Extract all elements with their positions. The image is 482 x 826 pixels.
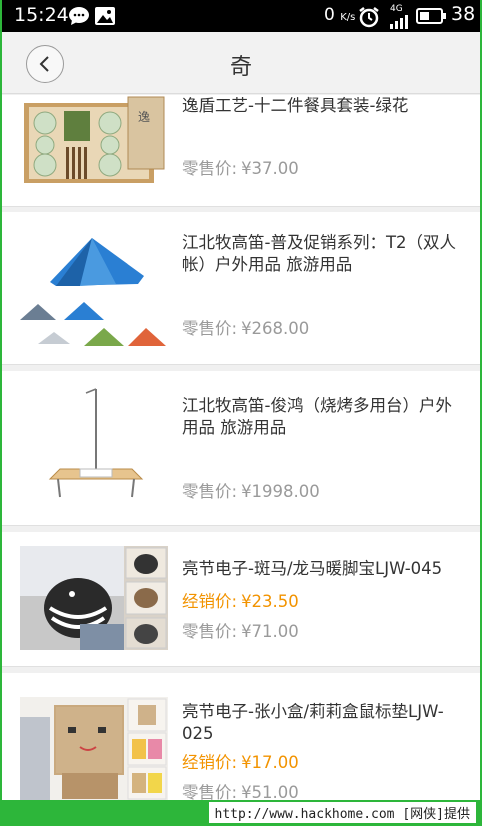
signal-icon (388, 14, 412, 33)
product-item[interactable]: 亮节电子-张小盒/莉莉盒鼠标垫LJW-025 经销价: ¥17.00 零售价: ¥5… (2, 673, 480, 800)
gallery-icon (94, 6, 116, 30)
watermark-text: http://www.hackhome.com [网侠]提供 (208, 802, 476, 823)
product-image-tableware-set[interactable]: 逸 (20, 95, 168, 187)
retail-price: 零售价: ¥268.00 (182, 319, 310, 338)
network-type: 4G (390, 4, 403, 14)
product-image-box-mousepad[interactable] (20, 697, 168, 800)
product-item[interactable]: 江北牧高笛-俊鸿（烧烤多用台）户外用品 旅游用品 零售价: ¥1998.00 (2, 371, 480, 526)
status-bar: 15:24 0 K/s 4G 38 (2, 0, 480, 32)
product-image-bbq-table[interactable] (20, 379, 168, 519)
battery-icon (416, 8, 446, 28)
net-speed: 0 K/s (324, 5, 356, 25)
retail-price: 零售价: ¥71.00 (182, 622, 299, 641)
svg-text:逸: 逸 (138, 110, 150, 124)
product-name[interactable]: 亮节电子-张小盒/莉莉盒鼠标垫LJW-025 (182, 701, 457, 745)
product-name[interactable]: 逸盾工艺-十二件餐具套装-绿花 (182, 95, 457, 117)
page-title: 奇 (229, 55, 252, 80)
product-image-tents[interactable] (20, 224, 168, 354)
watermark-bar: http://www.hackhome.com [网侠]提供 (0, 800, 482, 826)
battery-percent: 38 (451, 3, 476, 25)
phone-screen: 15:24 0 K/s 4G 38 奇 逸 逸盾工艺-十二件餐具套装-绿花 零售… (2, 0, 480, 800)
distribution-price: 经销价: ¥17.00 (182, 753, 299, 772)
product-image-foot-warmer[interactable] (20, 546, 168, 650)
product-item[interactable]: 亮节电子-斑马/龙马暖脚宝LJW-045 经销价: ¥23.50 零售价: ¥71.… (2, 532, 480, 667)
chat-bubble-icon (68, 6, 90, 30)
product-item[interactable]: 江北牧高笛-普及促销系列：T2（双人帐）户外用品 旅游用品 零售价: ¥268.0… (2, 212, 480, 365)
product-name[interactable]: 江北牧高笛-普及促销系列：T2（双人帐）户外用品 旅游用品 (182, 232, 457, 276)
retail-price: 零售价: ¥1998.00 (182, 482, 320, 501)
product-item[interactable]: 逸 逸盾工艺-十二件餐具套装-绿花 零售价: ¥37.00 (2, 95, 480, 207)
header-bar: 奇 (2, 32, 480, 94)
retail-price: 零售价: ¥37.00 (182, 159, 299, 178)
product-name[interactable]: 亮节电子-斑马/龙马暖脚宝LJW-045 (182, 558, 457, 580)
status-time: 15:24 (14, 4, 69, 26)
alarm-icon (358, 6, 380, 32)
retail-price: 零售价: ¥51.00 (182, 783, 299, 800)
distribution-price: 经销价: ¥23.50 (182, 592, 299, 611)
product-name[interactable]: 江北牧高笛-俊鸿（烧烤多用台）户外用品 旅游用品 (182, 395, 457, 439)
